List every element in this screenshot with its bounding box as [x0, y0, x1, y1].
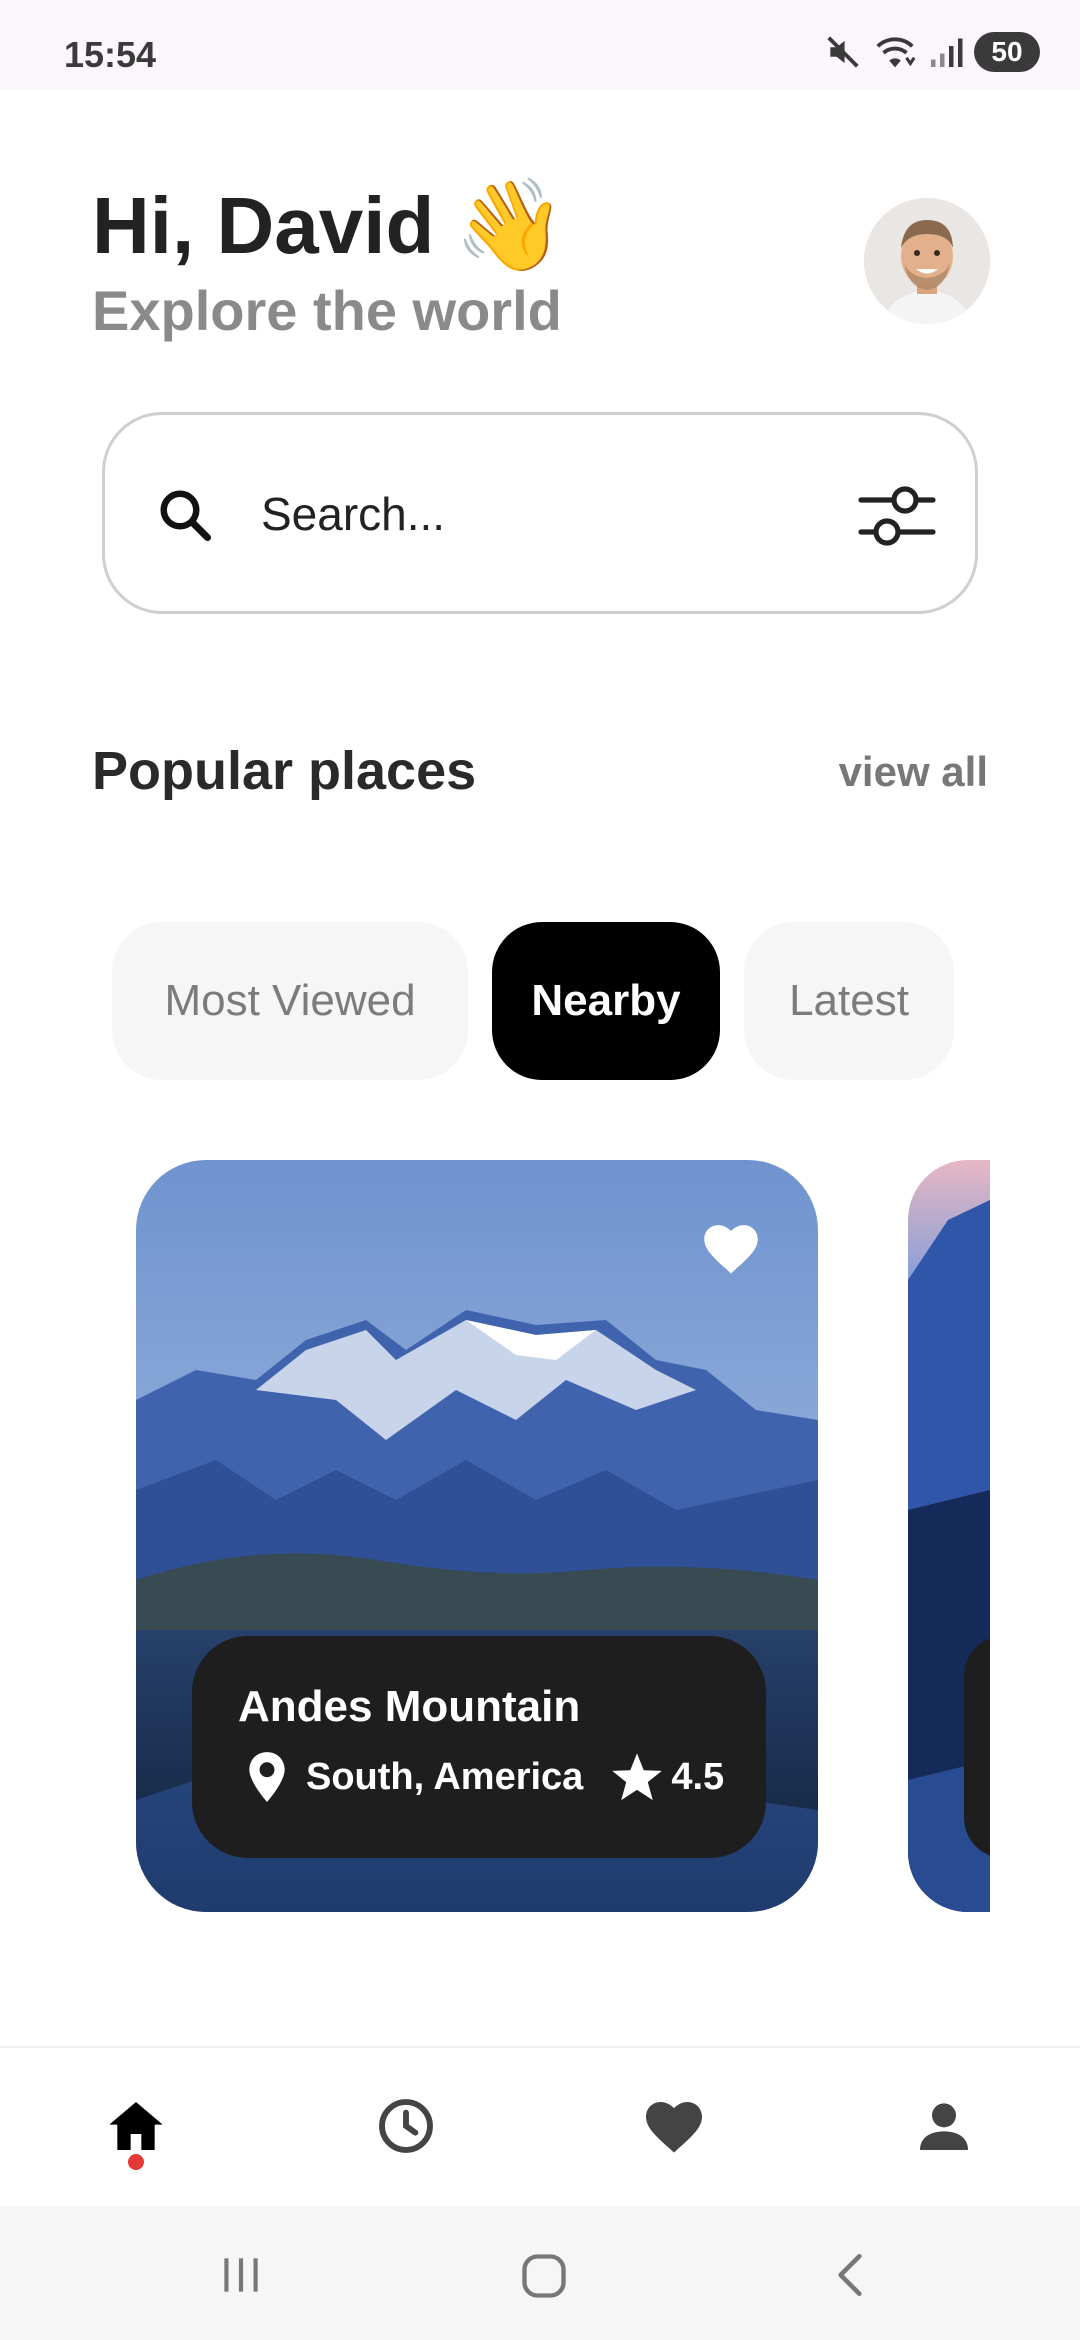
profile-person-icon[interactable]: [912, 2094, 976, 2158]
search-icon: [160, 490, 211, 541]
chip-latest[interactable]: Latest: [744, 922, 954, 1080]
status-time: 15:54: [64, 34, 157, 75]
place-card-next[interactable]: [908, 1160, 990, 1912]
search-bar[interactable]: Search...: [102, 412, 978, 614]
avatar[interactable]: [864, 198, 990, 324]
wifi-icon: [876, 37, 916, 68]
star-icon: [612, 1753, 663, 1801]
subtitle: Explore the world: [92, 279, 562, 342]
system-nav-bar: [0, 2206, 1080, 2340]
place-info-panel: Andes Mountain South, America 4.5: [192, 1636, 766, 1858]
chip-most-viewed[interactable]: Most Viewed: [112, 922, 468, 1080]
recents-icon[interactable]: [216, 2250, 266, 2300]
place-info-panel-next: [964, 1636, 990, 1858]
home-icon[interactable]: [104, 2094, 168, 2158]
bottom-nav: [0, 2046, 1080, 2206]
mute-icon: [827, 36, 859, 68]
battery-icon: 50: [974, 32, 1040, 72]
filter-icon[interactable]: [857, 481, 937, 551]
place-name: Andes Mountain: [238, 1682, 581, 1731]
back-icon[interactable]: [826, 2250, 876, 2300]
chip-nearby[interactable]: Nearby: [492, 922, 720, 1080]
search-input[interactable]: Search...: [261, 487, 445, 541]
favorite-heart-icon[interactable]: [700, 1220, 762, 1276]
status-bar: 15:54 50: [0, 0, 1080, 90]
home-system-icon[interactable]: [518, 2250, 570, 2302]
greeting-title: Hi, David 👋: [92, 180, 566, 272]
waving-hand-icon: 👋: [454, 176, 567, 276]
avatar-image: [864, 198, 990, 324]
active-indicator-dot: [128, 2154, 144, 2170]
place-location: South, America: [306, 1755, 584, 1798]
status-icons: 50: [824, 30, 1040, 74]
favorites-heart-icon[interactable]: [642, 2094, 706, 2158]
place-card[interactable]: Andes Mountain South, America 4.5: [136, 1160, 818, 1912]
location-pin-icon: [249, 1752, 285, 1802]
signal-icon: [931, 38, 963, 67]
place-meta: South, America 4.5: [246, 1750, 724, 1804]
view-all-link[interactable]: view all: [839, 748, 988, 796]
place-rating: 4.5: [671, 1755, 725, 1798]
section-title: Popular places: [92, 741, 477, 801]
history-clock-icon[interactable]: [374, 2094, 438, 2158]
greeting-text: Hi, David: [92, 181, 435, 270]
